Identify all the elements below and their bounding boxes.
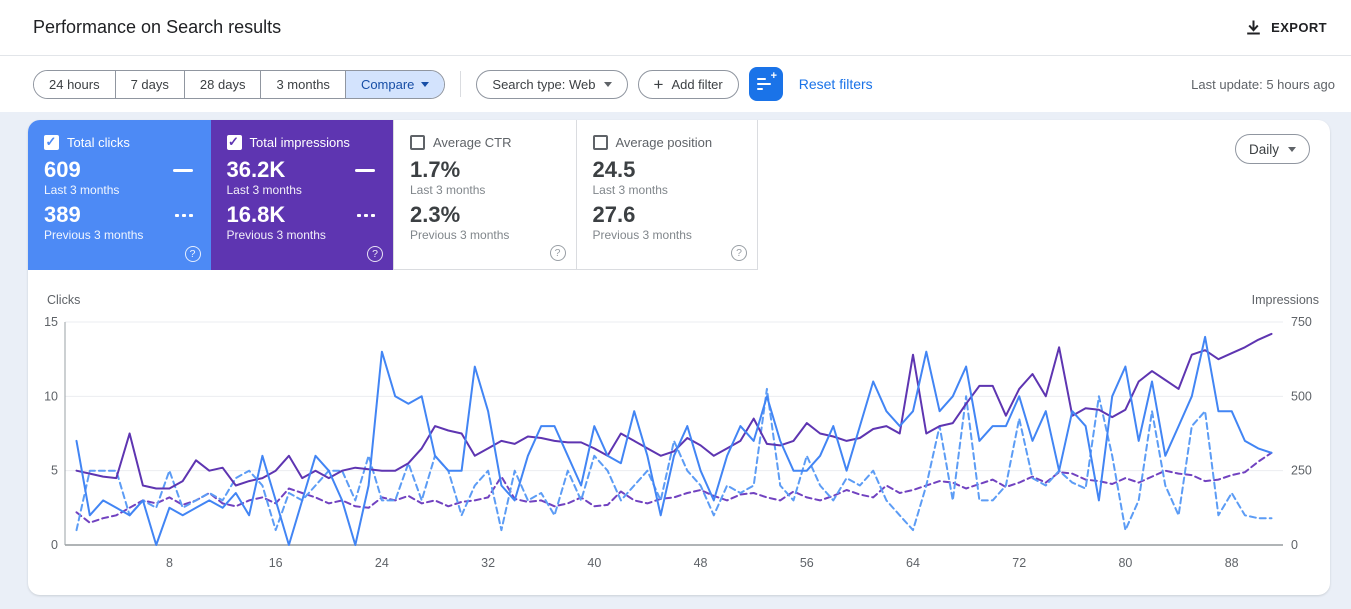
- svg-text:0: 0: [1291, 538, 1298, 552]
- help-icon[interactable]: ?: [550, 245, 566, 261]
- svg-text:250: 250: [1291, 464, 1312, 478]
- metric-caption-last: Last 3 months: [227, 183, 382, 197]
- svg-text:24: 24: [375, 556, 389, 570]
- svg-text:500: 500: [1291, 389, 1312, 403]
- reset-filters-link[interactable]: Reset filters: [799, 76, 873, 92]
- metric-value-last: 36.2K: [227, 158, 286, 182]
- metric-caption-prev: Previous 3 months: [593, 228, 746, 242]
- solid-line-indicator: [173, 169, 193, 172]
- tab-compare[interactable]: Compare: [346, 71, 444, 98]
- performance-line-chart[interactable]: 0 0 5 250 10 500 15 750 8 16 24 32 40 48 56 64 72 80 88: [28, 290, 1330, 590]
- metric-value-prev: 16.8K: [227, 203, 286, 227]
- metric-value-prev: 2.3%: [410, 203, 460, 227]
- metric-label: Total impressions: [250, 135, 350, 150]
- content-area: Total clicks 609 Last 3 months 389 Previ…: [0, 112, 1351, 595]
- filter-bar: 24 hours 7 days 28 days 3 months Compare…: [0, 56, 1351, 112]
- help-icon[interactable]: ?: [185, 246, 201, 262]
- metric-label: Average position: [616, 135, 713, 150]
- svg-text:8: 8: [166, 556, 173, 570]
- help-icon[interactable]: ?: [731, 245, 747, 261]
- metric-value-last: 609: [44, 158, 81, 182]
- svg-text:72: 72: [1012, 556, 1026, 570]
- metric-caption-prev: Previous 3 months: [44, 228, 199, 242]
- dotted-line-indicator: [175, 214, 193, 217]
- tab-3-months[interactable]: 3 months: [261, 71, 345, 98]
- svg-text:750: 750: [1291, 315, 1312, 329]
- metric-label: Total clicks: [67, 135, 130, 150]
- export-label: EXPORT: [1271, 20, 1327, 35]
- svg-text:0: 0: [51, 538, 58, 552]
- svg-text:88: 88: [1225, 556, 1239, 570]
- metric-tiles: Total clicks 609 Last 3 months 389 Previ…: [28, 120, 1330, 270]
- performance-chart-card: Total clicks 609 Last 3 months 389 Previ…: [28, 120, 1330, 595]
- metric-tile-total-clicks[interactable]: Total clicks 609 Last 3 months 389 Previ…: [28, 120, 211, 270]
- granularity-dropdown[interactable]: Daily: [1235, 134, 1310, 164]
- dotted-line-indicator: [357, 214, 375, 217]
- help-icon[interactable]: ?: [367, 246, 383, 262]
- page-title: Performance on Search results: [33, 17, 281, 38]
- checkbox-checked-icon[interactable]: [227, 135, 242, 150]
- checkbox-unchecked-icon[interactable]: [593, 135, 608, 150]
- export-button[interactable]: EXPORT: [1236, 12, 1337, 44]
- metric-tile-average-ctr[interactable]: Average CTR 1.7% Last 3 months 2.3% Prev…: [393, 120, 576, 270]
- svg-text:16: 16: [269, 556, 283, 570]
- metric-label: Average CTR: [433, 135, 512, 150]
- metric-caption-last: Last 3 months: [44, 183, 199, 197]
- svg-text:40: 40: [587, 556, 601, 570]
- metric-caption-prev: Previous 3 months: [410, 228, 564, 242]
- tab-24-hours[interactable]: 24 hours: [34, 71, 116, 98]
- metric-value-prev: 27.6: [593, 203, 636, 227]
- svg-text:15: 15: [44, 315, 58, 329]
- svg-text:5: 5: [51, 464, 58, 478]
- svg-text:48: 48: [694, 556, 708, 570]
- divider: [460, 71, 461, 97]
- metric-tile-total-impressions[interactable]: Total impressions 36.2K Last 3 months 16…: [211, 120, 394, 270]
- plus-icon: +: [654, 76, 664, 93]
- topbar: Performance on Search results EXPORT: [0, 0, 1351, 56]
- chevron-down-icon: [421, 82, 429, 87]
- search-type-dropdown[interactable]: Search type: Web: [476, 70, 627, 99]
- last-update-text: Last update: 5 hours ago: [1191, 77, 1335, 92]
- metric-value-prev: 389: [44, 203, 81, 227]
- chevron-down-icon: [1288, 147, 1296, 152]
- date-range-tabs: 24 hours 7 days 28 days 3 months Compare: [33, 70, 445, 99]
- metric-value-last: 1.7%: [410, 158, 460, 182]
- svg-text:32: 32: [481, 556, 495, 570]
- metric-value-last: 24.5: [593, 158, 636, 182]
- add-filter-button[interactable]: + Add filter: [638, 70, 739, 99]
- svg-text:64: 64: [906, 556, 920, 570]
- solid-line-indicator: [355, 169, 375, 172]
- chevron-down-icon: [604, 82, 612, 87]
- download-icon: [1246, 20, 1261, 36]
- filter-settings-button[interactable]: +: [749, 67, 783, 101]
- metric-tile-average-position[interactable]: Average position 24.5 Last 3 months 27.6…: [576, 120, 759, 270]
- svg-text:10: 10: [44, 389, 58, 403]
- metric-caption-last: Last 3 months: [410, 183, 564, 197]
- metric-caption-last: Last 3 months: [593, 183, 746, 197]
- metric-caption-prev: Previous 3 months: [227, 228, 382, 242]
- tab-7-days[interactable]: 7 days: [116, 71, 185, 98]
- svg-text:80: 80: [1118, 556, 1132, 570]
- svg-text:56: 56: [800, 556, 814, 570]
- checkbox-checked-icon[interactable]: [44, 135, 59, 150]
- tab-28-days[interactable]: 28 days: [185, 71, 262, 98]
- checkbox-unchecked-icon[interactable]: [410, 135, 425, 150]
